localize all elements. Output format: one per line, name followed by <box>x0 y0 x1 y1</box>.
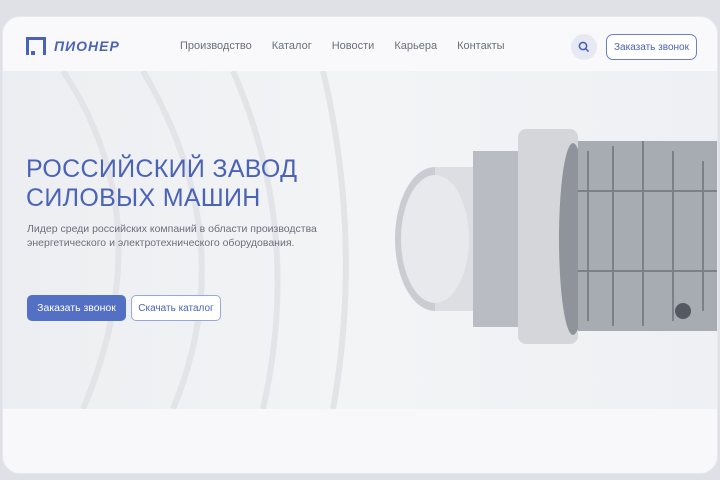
order-call-button[interactable]: Заказать звонок <box>27 295 126 321</box>
nav-contacts[interactable]: Контакты <box>457 40 505 52</box>
nav-career[interactable]: Карьера <box>394 40 437 52</box>
hero-title: РОССИЙСКИЙ ЗАВОД СИЛОВЫХ МАШИН <box>26 155 297 213</box>
hero-subtitle-line: энергетического и электротехнического об… <box>27 237 295 249</box>
search-button[interactable] <box>571 34 597 60</box>
page-card: ПИОНЕР Производство Каталог Новости Карь… <box>2 16 718 474</box>
main-nav: Производство Каталог Новости Карьера Кон… <box>180 40 505 52</box>
nav-production[interactable]: Производство <box>180 40 252 52</box>
download-catalog-button[interactable]: Скачать каталог <box>131 295 221 321</box>
hero-subtitle: Лидер среди российских компаний в област… <box>27 222 347 250</box>
logo-icon <box>26 37 46 55</box>
nav-news[interactable]: Новости <box>332 40 375 52</box>
search-icon <box>578 41 590 53</box>
hero-subtitle-line: Лидер среди российских компаний в област… <box>27 223 317 235</box>
header-callback-button[interactable]: Заказать звонок <box>606 34 697 60</box>
hero-title-line: СИЛОВЫХ МАШИН <box>26 184 261 212</box>
hero: РОССИЙСКИЙ ЗАВОД СИЛОВЫХ МАШИН Лидер сре… <box>3 71 717 409</box>
nav-catalog[interactable]: Каталог <box>272 40 312 52</box>
turbine-image <box>395 129 717 344</box>
logo[interactable]: ПИОНЕР <box>26 37 120 55</box>
header: ПИОНЕР Производство Каталог Новости Карь… <box>3 17 717 71</box>
hero-title-line: РОССИЙСКИЙ ЗАВОД <box>26 155 298 183</box>
next-section <box>3 409 717 473</box>
logo-text: ПИОНЕР <box>54 38 120 54</box>
